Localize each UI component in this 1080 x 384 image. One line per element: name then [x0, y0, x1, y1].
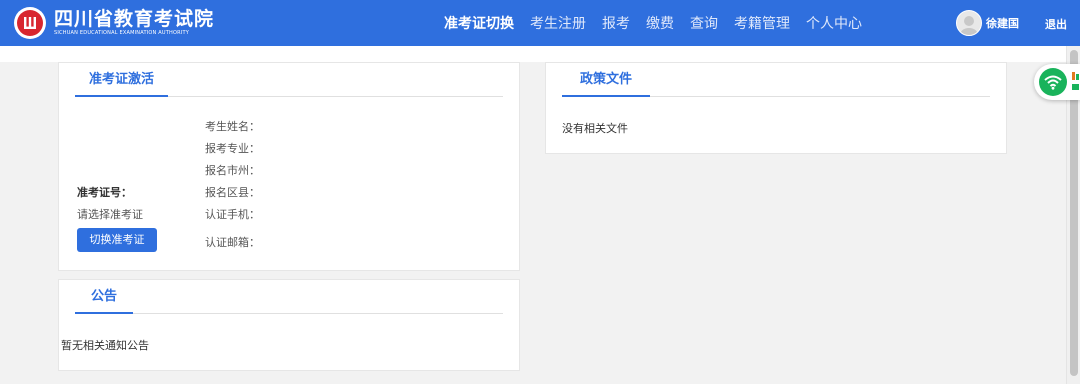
notice-card: 公告 暂无相关通知公告	[58, 279, 520, 371]
wifi-icon[interactable]	[1039, 68, 1067, 96]
top-header: 四川省教育考试院 SICHUAN EDUCATIONAL EXAMINATION…	[0, 0, 1080, 46]
user-info[interactable]: 徐建国	[956, 10, 1019, 36]
field-city-label: 报名市州：	[205, 164, 260, 177]
card-header: 政策文件	[562, 63, 990, 97]
ticket-number-label: 准考证号：	[77, 186, 132, 199]
field-name-label: 考生姓名：	[205, 120, 260, 133]
policy-empty-text: 没有相关文件	[562, 122, 628, 135]
nav-apply[interactable]: 报考	[602, 13, 630, 33]
avatar[interactable]	[956, 10, 982, 36]
notice-empty-text: 暂无相关通知公告	[61, 339, 149, 352]
field-phone-label: 认证手机：	[205, 208, 260, 221]
floating-widget[interactable]	[1034, 64, 1080, 100]
card-header: 准考证激活	[75, 63, 503, 97]
ticket-select-hint: 请选择准考证	[77, 208, 143, 221]
card-title: 准考证激活	[75, 63, 169, 97]
card-header: 公告	[75, 280, 503, 314]
field-major-label: 报考专业：	[205, 142, 260, 155]
field-district-label: 报名区县：	[205, 186, 260, 199]
logo-title: 四川省教育考试院	[54, 8, 215, 30]
header-spacer	[0, 46, 1066, 62]
switch-ticket-button[interactable]: 切换准考证	[77, 228, 157, 252]
logo-subtitle: SICHUAN EDUCATIONAL EXAMINATION AUTHORIT…	[54, 30, 189, 36]
policy-documents-card: 政策文件 没有相关文件	[545, 62, 1007, 154]
card-title: 政策文件	[562, 63, 651, 97]
nav-registration[interactable]: 考生注册	[530, 13, 586, 33]
field-email-label: 认证邮箱：	[205, 236, 260, 249]
card-title: 公告	[75, 280, 134, 314]
main-nav: 准考证切换 考生注册 报考 缴费 查询 考籍管理 个人中心	[444, 0, 878, 46]
ticket-activation-card: 准考证激活 考生姓名： 报考专业： 报名市州： 报名区县： 认证手机： 认证邮箱…	[58, 62, 520, 271]
nav-records[interactable]: 考籍管理	[734, 13, 790, 33]
logout-link[interactable]: 退出	[1045, 16, 1067, 32]
site-logo[interactable]: 四川省教育考试院 SICHUAN EDUCATIONAL EXAMINATION…	[14, 6, 214, 40]
nav-ticket-switch[interactable]: 准考证切换	[444, 13, 514, 33]
nav-payment[interactable]: 缴费	[646, 13, 674, 33]
nav-personal-center[interactable]: 个人中心	[806, 13, 862, 33]
widget-indicator-icon	[1071, 70, 1080, 94]
nav-query[interactable]: 查询	[690, 13, 718, 33]
username: 徐建国	[986, 17, 1019, 30]
logo-emblem-icon	[14, 7, 46, 39]
